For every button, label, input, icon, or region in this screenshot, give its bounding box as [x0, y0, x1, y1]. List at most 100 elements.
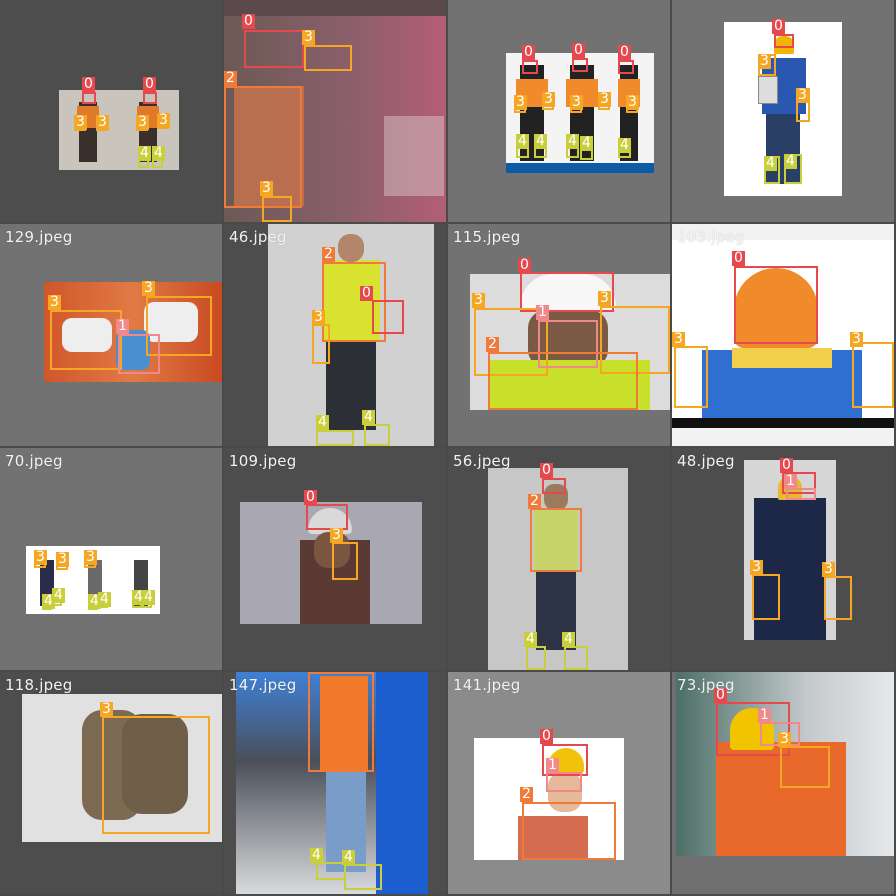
- box-label: 3: [302, 29, 315, 45]
- file-name: 103.jpeg: [677, 228, 745, 246]
- tile-5: 129.jpeg 3 3 1: [0, 224, 222, 446]
- file-name: 56.jpeg: [453, 452, 511, 470]
- file-name: 70.jpeg: [5, 452, 63, 470]
- box-label: 3: [598, 91, 611, 107]
- box-label: 4: [524, 631, 537, 647]
- tile-13: 118.jpeg 3: [0, 672, 222, 894]
- tile-16: 73.jpeg 0 1 3: [672, 672, 894, 894]
- box-label: 3: [312, 309, 325, 325]
- box-label: 4: [362, 409, 375, 425]
- box-label: 4: [618, 137, 631, 153]
- box-label: 3: [672, 331, 685, 347]
- box-label: 4: [138, 145, 151, 161]
- file-name: 118.jpeg: [5, 676, 73, 694]
- box-label: 4: [342, 849, 355, 865]
- tile-2: 0 3 2 3: [224, 0, 446, 222]
- box-label: 0: [304, 489, 317, 505]
- tile-4: 0 3 3 4 4: [672, 0, 894, 222]
- box-label: 3: [100, 701, 113, 717]
- box-label: 4: [316, 414, 329, 430]
- tile-12: 48.jpeg 0 1 3 3: [672, 448, 894, 670]
- box-label: 4: [764, 155, 777, 171]
- box-label: 0: [242, 13, 255, 29]
- box-label: 3: [822, 561, 835, 577]
- box-label: 0: [540, 462, 553, 478]
- box-label: 3: [514, 94, 527, 110]
- box-label: 3: [598, 290, 611, 306]
- box-label: 0: [732, 250, 745, 266]
- box-label: 3: [260, 180, 273, 196]
- box-label: 3: [136, 114, 149, 130]
- tile-6: 46.jpeg 2 0 3 4 4: [224, 224, 446, 446]
- file-name: 73.jpeg: [677, 676, 735, 694]
- box-label: 4: [784, 153, 797, 169]
- tile-11: 56.jpeg 0 2 4 4: [448, 448, 670, 670]
- box-label: 3: [758, 53, 771, 69]
- box-label: 3: [542, 91, 555, 107]
- box-label: 3: [330, 527, 343, 543]
- box-label: 2: [528, 493, 541, 509]
- tile-7: 115.jpeg 0 3 3 1 2: [448, 224, 670, 446]
- box-label: 3: [96, 114, 109, 130]
- box-label: 3: [626, 94, 639, 110]
- box-label: 1: [536, 304, 549, 320]
- box-label: 3: [472, 292, 485, 308]
- box-label: 0: [618, 44, 631, 60]
- box-label: 3: [750, 559, 763, 575]
- box-label: 1: [116, 318, 129, 334]
- box-label: 4: [152, 145, 165, 161]
- mosaic-grid: 0 0 3 3 3 3 4 4 0 3 2 3 0 0 0 3 3 3 3 3 …: [0, 0, 896, 896]
- box-label: 4: [562, 631, 575, 647]
- box-label: 4: [534, 133, 547, 149]
- box-label: 0: [82, 76, 95, 92]
- box-label: 0: [540, 728, 553, 744]
- file-name: 109.jpeg: [229, 452, 297, 470]
- box-label: 4: [580, 135, 593, 151]
- box-label: 2: [308, 672, 321, 673]
- box-label: 0: [572, 42, 585, 58]
- box-label: 2: [224, 70, 237, 86]
- box-label: 4: [566, 133, 579, 149]
- box-label: 4: [52, 587, 65, 603]
- box-label: 1: [784, 473, 797, 489]
- box-label: 1: [758, 707, 771, 723]
- box-label: 3: [74, 114, 87, 130]
- box-label: 0: [522, 44, 535, 60]
- box-label: 3: [570, 94, 583, 110]
- box-label: 0: [143, 76, 156, 92]
- tile-14: 147.jpeg 2 4 4: [224, 672, 446, 894]
- box-label: 4: [98, 591, 111, 607]
- box-label: 3: [48, 294, 61, 310]
- box-label: 0: [360, 285, 373, 301]
- tile-photo: [724, 22, 842, 196]
- tile-1: 0 0 3 3 3 3 4 4: [0, 0, 222, 222]
- box-label: 1: [546, 757, 559, 773]
- box-label: 0: [772, 18, 785, 34]
- box-label: 3: [142, 280, 155, 296]
- box-label: 3: [778, 731, 791, 747]
- box-label: 0: [518, 257, 531, 273]
- box-label: 3: [157, 112, 170, 128]
- tile-10: 109.jpeg 0 3: [224, 448, 446, 670]
- box-label: 2: [486, 336, 499, 352]
- tile-3: 0 0 0 3 3 3 3 3 4 4 4 4 4: [448, 0, 670, 222]
- file-name: 141.jpeg: [453, 676, 521, 694]
- box-label: 3: [850, 331, 863, 347]
- tile-9: 70.jpeg 3 3 3 4 4 4 4 4 4: [0, 448, 222, 670]
- box-label: 4: [516, 133, 529, 149]
- box-label: 3: [84, 549, 97, 565]
- box-label: 2: [520, 786, 533, 802]
- box-label: 2: [322, 246, 335, 262]
- file-name: 46.jpeg: [229, 228, 287, 246]
- box-label: 3: [34, 549, 47, 565]
- tile-15: 141.jpeg 0 1 2: [448, 672, 670, 894]
- box-label: 3: [56, 551, 69, 567]
- box-label: 3: [796, 87, 809, 103]
- file-name: 115.jpeg: [453, 228, 521, 246]
- box-label: 4: [310, 847, 323, 863]
- box-label: 0: [780, 457, 793, 473]
- file-name: 129.jpeg: [5, 228, 73, 246]
- file-name: 48.jpeg: [677, 452, 735, 470]
- file-name: 147.jpeg: [229, 676, 297, 694]
- box-label: 4: [142, 589, 155, 605]
